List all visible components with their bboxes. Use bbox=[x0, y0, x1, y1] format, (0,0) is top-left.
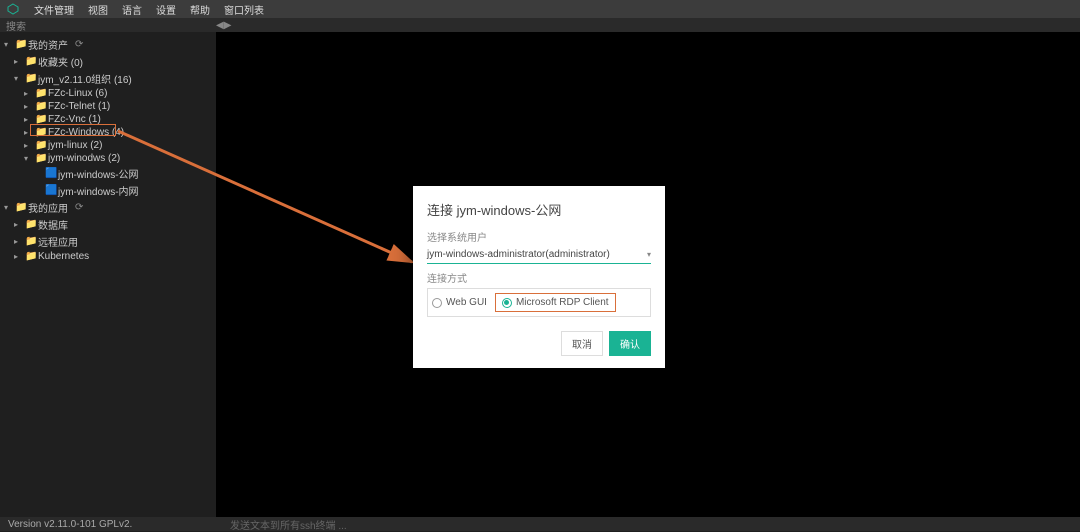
menu-language[interactable]: 语言 bbox=[122, 2, 142, 17]
tree-label: 我的资产 bbox=[28, 37, 68, 52]
folder-icon: 📁 bbox=[15, 202, 25, 213]
folder-icon: 📁 bbox=[35, 153, 45, 164]
tree-item-fzc-vnc[interactable]: ▸ 📁 FZc-Vnc (1) bbox=[0, 113, 216, 126]
menu-file[interactable]: 文件管理 bbox=[34, 2, 74, 17]
tree-label: 我的应用 bbox=[28, 200, 68, 215]
refresh-icon[interactable]: ⟳ bbox=[75, 39, 83, 50]
tree-item-jym-winodws[interactable]: ▾ 📁 jym-winodws (2) bbox=[0, 152, 216, 165]
folder-icon: 📁 bbox=[25, 236, 35, 247]
caret-right-icon: ▸ bbox=[24, 141, 32, 150]
windows-icon: 🟦 bbox=[45, 185, 55, 196]
tree-label: jym-windows-内网 bbox=[58, 183, 139, 198]
tree-label: jym-winodws (2) bbox=[48, 153, 120, 164]
top-menu-bar: 文件管理 视图 语言 设置 帮助 窗口列表 bbox=[0, 0, 1080, 18]
sub-toolbar: 搜索 ◀ ▶ bbox=[0, 18, 1080, 32]
tree-label: jym-linux (2) bbox=[48, 140, 102, 151]
tree-item-fzc-telnet[interactable]: ▸ 📁 FZc-Telnet (1) bbox=[0, 100, 216, 113]
tree-label: 远程应用 bbox=[38, 234, 78, 249]
folder-icon: 📁 bbox=[35, 140, 45, 151]
tree-item-org[interactable]: ▾ 📁 jym_v2.11.0组织 (16) bbox=[0, 70, 216, 87]
chevron-down-icon: ▾ bbox=[647, 250, 651, 259]
cancel-button[interactable]: 取消 bbox=[561, 331, 603, 356]
folder-icon: 📁 bbox=[25, 219, 35, 230]
folder-icon: 📁 bbox=[35, 127, 45, 138]
refresh-icon[interactable]: ⟳ bbox=[75, 202, 83, 213]
system-user-select[interactable]: jym-windows-administrator(administrator)… bbox=[427, 247, 651, 264]
dialog-method-label: 连接方式 bbox=[427, 270, 651, 285]
panel-collapse-right-icon[interactable]: ▶ bbox=[224, 20, 230, 31]
folder-icon: 📁 bbox=[35, 114, 45, 125]
caret-right-icon: ▸ bbox=[24, 89, 32, 98]
folder-icon: 📁 bbox=[15, 39, 25, 50]
caret-right-icon: ▸ bbox=[24, 115, 32, 124]
system-user-value: jym-windows-administrator(administrator) bbox=[427, 249, 610, 260]
radio-rdp-client[interactable]: Microsoft RDP Client bbox=[495, 293, 616, 312]
connect-dialog: 连接 jym-windows-公网 选择系统用户 jym-windows-adm… bbox=[413, 186, 665, 368]
menu-view[interactable]: 视图 bbox=[88, 2, 108, 17]
folder-icon: 📁 bbox=[25, 73, 35, 84]
tree-item-jym-linux[interactable]: ▸ 📁 jym-linux (2) bbox=[0, 139, 216, 152]
tree-label: jym-windows-公网 bbox=[58, 166, 139, 181]
connection-method-group: Web GUI Microsoft RDP Client bbox=[427, 288, 651, 317]
folder-icon: 📁 bbox=[35, 101, 45, 112]
tree-label: FZc-Vnc (1) bbox=[48, 114, 101, 125]
caret-right-icon: ▸ bbox=[14, 220, 22, 229]
radio-web-gui[interactable]: Web GUI bbox=[432, 297, 487, 308]
tree-item-jym-windows-internal[interactable]: 🟦 jym-windows-内网 bbox=[0, 182, 216, 199]
menu-settings[interactable]: 设置 bbox=[156, 2, 176, 17]
app-logo-icon bbox=[6, 2, 20, 16]
radio-icon bbox=[502, 298, 512, 308]
radio-label: Microsoft RDP Client bbox=[516, 297, 609, 308]
tree-section-my-assets[interactable]: ▾ 📁 我的资产 ⟳ bbox=[0, 36, 216, 53]
folder-icon: 📁 bbox=[25, 56, 35, 67]
status-bar: Version v2.11.0-101 GPLv2. 发送文本到所有ssh终端 … bbox=[0, 517, 1080, 531]
tree-item-database[interactable]: ▸ 📁 数据库 bbox=[0, 216, 216, 233]
tree-item-fzc-windows[interactable]: ▸ 📁 FZc-Windows (4) bbox=[0, 126, 216, 139]
caret-down-icon: ▾ bbox=[4, 40, 12, 49]
dialog-title: 连接 jym-windows-公网 bbox=[427, 200, 651, 219]
tree-label: Kubernetes bbox=[38, 251, 89, 262]
tree-label: FZc-Windows (4) bbox=[48, 127, 124, 138]
tree-label: FZc-Linux (6) bbox=[48, 88, 107, 99]
caret-down-icon: ▾ bbox=[4, 203, 12, 212]
search-label[interactable]: 搜索 bbox=[6, 18, 26, 33]
caret-right-icon: ▸ bbox=[14, 57, 22, 66]
caret-right-icon: ▸ bbox=[14, 237, 22, 246]
tree-label: FZc-Telnet (1) bbox=[48, 101, 110, 112]
confirm-button[interactable]: 确认 bbox=[609, 331, 651, 356]
windows-icon: 🟦 bbox=[45, 168, 55, 179]
tree-item-remote-app[interactable]: ▸ 📁 远程应用 bbox=[0, 233, 216, 250]
caret-right-icon: ▸ bbox=[24, 128, 32, 137]
caret-down-icon: ▾ bbox=[14, 74, 22, 83]
caret-down-icon: ▾ bbox=[24, 154, 32, 163]
panel-collapse-left-icon[interactable]: ◀ bbox=[216, 20, 222, 31]
tree-label: jym_v2.11.0组织 (16) bbox=[38, 71, 132, 86]
caret-right-icon: ▸ bbox=[14, 252, 22, 261]
tree-item-kubernetes[interactable]: ▸ 📁 Kubernetes bbox=[0, 250, 216, 263]
tree-label: 收藏夹 (0) bbox=[38, 54, 83, 69]
radio-label: Web GUI bbox=[446, 297, 487, 308]
broadcast-input-placeholder[interactable]: 发送文本到所有ssh终端 ... bbox=[230, 517, 347, 532]
version-text: Version v2.11.0-101 GPLv2. bbox=[8, 519, 132, 530]
asset-tree-sidebar: ▾ 📁 我的资产 ⟳ ▸ 📁 收藏夹 (0) ▾ 📁 jym_v2.11.0组织… bbox=[0, 32, 216, 517]
folder-icon: 📁 bbox=[25, 251, 35, 262]
dialog-user-label: 选择系统用户 bbox=[427, 229, 651, 244]
menu-window-list[interactable]: 窗口列表 bbox=[224, 2, 264, 17]
radio-icon bbox=[432, 298, 442, 308]
caret-right-icon: ▸ bbox=[24, 102, 32, 111]
menu-help[interactable]: 帮助 bbox=[190, 2, 210, 17]
tree-item-favorites[interactable]: ▸ 📁 收藏夹 (0) bbox=[0, 53, 216, 70]
tree-item-jym-windows-public[interactable]: 🟦 jym-windows-公网 bbox=[0, 165, 216, 182]
folder-icon: 📁 bbox=[35, 88, 45, 99]
tree-section-my-apps[interactable]: ▾ 📁 我的应用 ⟳ bbox=[0, 199, 216, 216]
tree-label: 数据库 bbox=[38, 217, 68, 232]
tree-item-fzc-linux[interactable]: ▸ 📁 FZc-Linux (6) bbox=[0, 87, 216, 100]
